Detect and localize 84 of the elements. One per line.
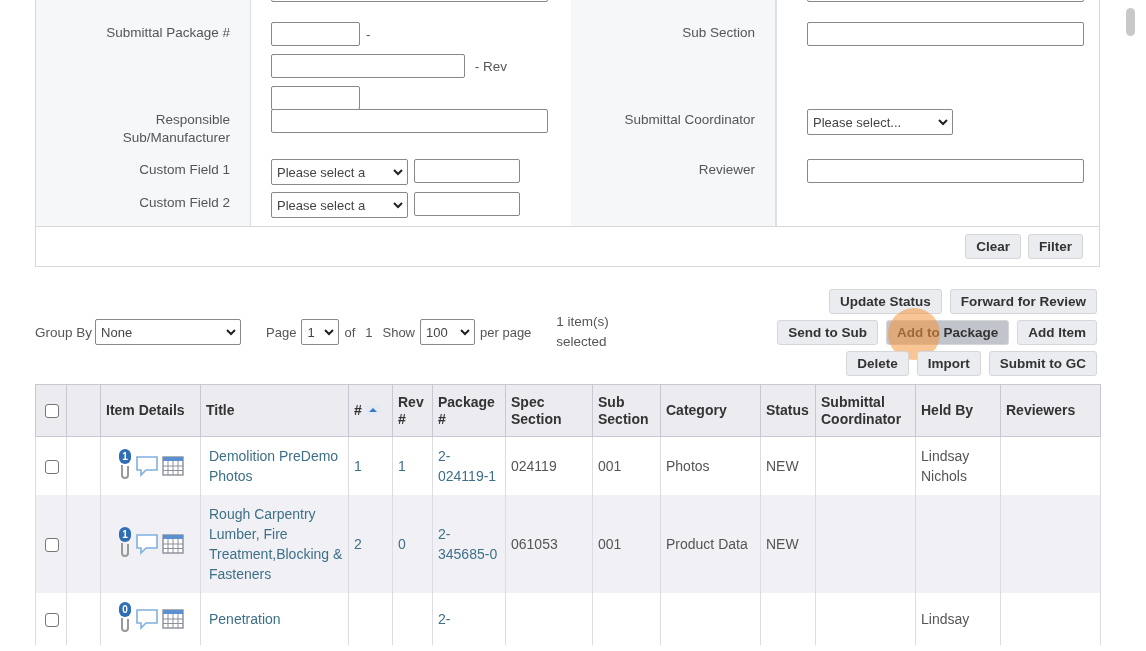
comment-icon[interactable] xyxy=(135,533,159,555)
chevron-down-icon xyxy=(460,328,470,336)
chevron-down-icon xyxy=(393,168,403,176)
custom-field-input[interactable] xyxy=(414,159,520,183)
row-checkbox[interactable] xyxy=(45,613,59,628)
item-link[interactable]: 2-024119-1 xyxy=(438,446,500,486)
chevron-down-icon xyxy=(226,328,237,336)
scrollbar-thumb[interactable] xyxy=(1125,8,1135,36)
attachment-count-badge: 1 xyxy=(119,449,131,464)
attachment-count-badge: 1 xyxy=(119,527,131,542)
show-label: Show xyxy=(382,324,415,340)
custom-field-input[interactable] xyxy=(414,192,520,216)
action-button[interactable]: Forward for Review xyxy=(949,288,1097,314)
rev-field[interactable] xyxy=(271,86,360,110)
coordinator-select[interactable]: Please select... xyxy=(807,109,953,135)
field-label: Submittal Package # xyxy=(106,25,230,40)
table-cell-text: Lindsay Nichols xyxy=(921,447,971,486)
rev-label: - Rev xyxy=(473,58,507,76)
comment-icon[interactable] xyxy=(135,608,159,630)
paperclip-icon[interactable] xyxy=(120,617,130,633)
selection-count: 1 item(s) selected xyxy=(556,313,610,351)
chevron-down-icon xyxy=(938,118,948,126)
page-size-select[interactable]: 100 xyxy=(420,319,475,345)
table-cell-text: 061053 xyxy=(511,535,559,554)
table-cell-text: 001 xyxy=(598,457,623,476)
filter-button[interactable]: Filter xyxy=(1028,234,1083,259)
text-field[interactable] xyxy=(807,159,1084,183)
item-link[interactable]: 2- xyxy=(438,609,500,629)
paperclip-icon[interactable] xyxy=(120,542,130,558)
action-button[interactable]: Update Status xyxy=(828,288,942,314)
group-by-label: Group By xyxy=(35,324,93,340)
action-button[interactable]: Add Item xyxy=(1017,319,1097,345)
sort-ascending-icon[interactable] xyxy=(365,405,380,415)
spreadsheet-icon[interactable] xyxy=(162,533,184,555)
attachment-count-badge: 0 xyxy=(119,602,131,617)
clear-button[interactable]: Clear xyxy=(965,234,1021,259)
table-cell-text: NEW xyxy=(766,457,800,476)
package-number-field[interactable] xyxy=(271,54,465,78)
per-page-label: per page xyxy=(480,324,532,340)
field-label: Submittal Coordinator xyxy=(624,112,755,127)
comment-icon[interactable] xyxy=(135,455,159,477)
item-link[interactable]: Penetration xyxy=(209,609,343,629)
spreadsheet-icon[interactable] xyxy=(162,608,184,630)
page-total: 1 xyxy=(365,324,373,340)
action-button[interactable]: Submit to GC xyxy=(988,350,1097,376)
action-button[interactable]: Delete xyxy=(846,350,909,376)
field-label: Sub Section xyxy=(682,25,755,40)
dash-text: - xyxy=(366,26,371,44)
select-all-checkbox[interactable] xyxy=(45,404,59,419)
page-select[interactable]: 1 xyxy=(301,319,340,345)
field-label: Reviewer xyxy=(698,162,755,177)
chevron-down-icon xyxy=(324,328,335,336)
field-label: Responsible Sub/Manufacturer xyxy=(122,112,230,145)
item-link[interactable]: 2-345685-0 xyxy=(438,524,500,564)
action-button[interactable]: Send to Sub xyxy=(777,319,878,345)
field-label: Custom Field 1 xyxy=(139,162,230,177)
custom-field-select[interactable]: Please select a xyxy=(271,159,408,185)
table-cell-text: Product Data xyxy=(666,535,749,554)
page-label: Page xyxy=(266,324,297,340)
field-label: Custom Field 2 xyxy=(139,195,230,210)
table-cell-text: Photos xyxy=(666,457,711,476)
item-link[interactable]: 1 xyxy=(398,456,427,476)
table-cell-text: 024119 xyxy=(511,457,558,476)
text-field[interactable] xyxy=(807,22,1084,46)
spreadsheet-icon[interactable] xyxy=(162,455,184,477)
item-link[interactable]: Rough Carpentry Lumber, Fire Treatment,Blocking & Fasteners xyxy=(209,504,343,584)
item-link[interactable]: 1 xyxy=(354,456,387,476)
custom-field-select[interactable]: Please select a xyxy=(271,192,408,218)
row-checkbox[interactable] xyxy=(45,460,59,475)
of-label: of xyxy=(344,324,356,340)
item-link[interactable]: 2 xyxy=(354,534,387,554)
table-cell-text: NEW xyxy=(766,535,800,554)
item-link[interactable]: Demolition PreDemo Photos xyxy=(209,446,343,486)
table-cell-text: Lindsay xyxy=(921,610,971,629)
text-field[interactable] xyxy=(271,109,548,133)
paperclip-icon[interactable] xyxy=(120,464,130,480)
package-prefix-field[interactable] xyxy=(271,22,360,46)
table-cell-text: 001 xyxy=(598,535,623,554)
group-by-select[interactable]: None xyxy=(95,319,242,345)
item-link[interactable]: 0 xyxy=(398,534,427,554)
row-checkbox[interactable] xyxy=(45,538,59,553)
action-button[interactable]: Import xyxy=(916,350,981,376)
column-header[interactable]: # xyxy=(354,402,362,419)
chevron-down-icon xyxy=(393,201,403,209)
